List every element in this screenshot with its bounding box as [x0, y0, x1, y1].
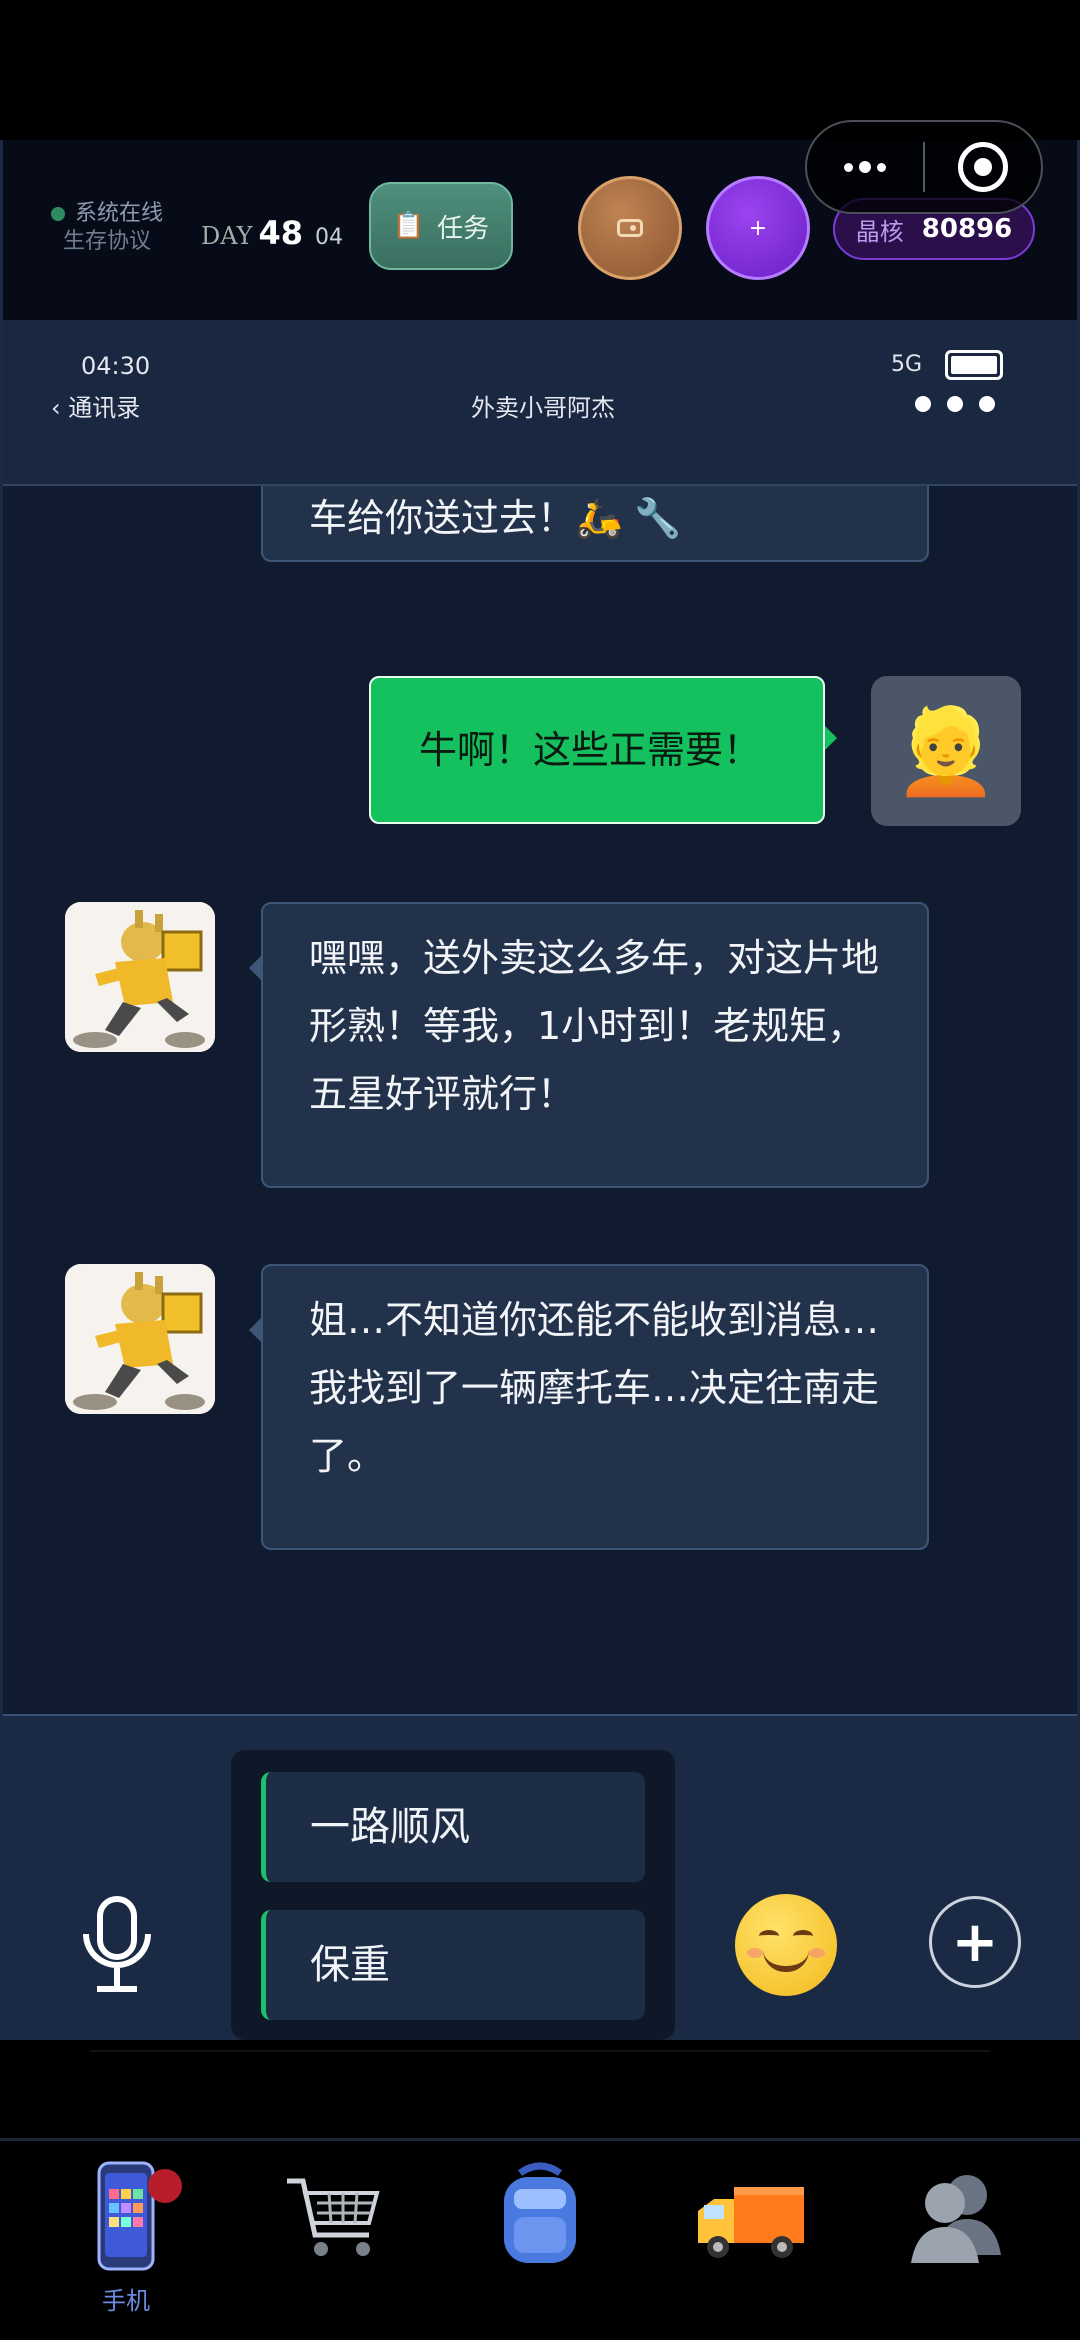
nav-phone[interactable]: 手机	[56, 2159, 196, 2329]
courier-portrait-icon	[65, 1264, 215, 1414]
phone-bottom-edge	[90, 2042, 990, 2052]
task-label: 任务	[437, 213, 490, 244]
nav-label: 手机	[102, 2287, 150, 2315]
avatar-emoji: 👱	[893, 701, 999, 800]
emoji-button[interactable]	[735, 1894, 837, 1996]
courier-avatar[interactable]	[65, 1264, 215, 1414]
add-resource-button[interactable]: +	[706, 176, 810, 280]
game-hour: 04	[314, 225, 343, 250]
bottom-navigation: 手机	[0, 2138, 1080, 2340]
delivery-truck-icon	[698, 2187, 804, 2258]
my-avatar[interactable]: 👱	[871, 676, 1021, 826]
more-menu-icon[interactable]	[807, 161, 923, 173]
message-text: 牛啊！这些正需要！	[419, 728, 762, 772]
contacts-icon	[911, 2175, 1001, 2263]
phone-screen: 04:30 ‹ 通讯录 外卖小哥阿杰 5G 车给你送过去！🛵 🔧 牛啊！这些正需…	[0, 320, 1080, 2040]
quick-reply-label: 一路顺风	[310, 1804, 470, 1850]
clipboard-icon: 📋	[392, 211, 426, 241]
nav-shop[interactable]	[262, 2159, 402, 2329]
crystal-value: 80896	[921, 214, 1013, 244]
miniprogram-capsule	[805, 120, 1043, 214]
nav-contacts[interactable]	[886, 2159, 1026, 2329]
message-bubble: 车给你送过去！🛵 🔧	[261, 486, 929, 562]
crystal-label: 晶核	[855, 217, 904, 246]
smiling-face-icon	[735, 1894, 837, 1996]
chat-messages[interactable]: 车给你送过去！🛵 🔧 牛啊！这些正需要！ 👱 嘿嘿，送外卖这么多年，对这片地形熟…	[3, 486, 1077, 1714]
microphone-icon[interactable]	[83, 1896, 151, 1992]
chat-header: 04:30 ‹ 通讯录 外卖小哥阿杰 5G	[3, 320, 1077, 486]
add-attachment-button[interactable]: +	[929, 1896, 1021, 1988]
quick-reply-label: 保重	[310, 1942, 390, 1988]
online-dot-icon	[51, 207, 65, 221]
battery-icon	[945, 350, 1003, 380]
radio-button[interactable]	[578, 176, 682, 280]
quick-reply-option[interactable]: 一路顺风	[261, 1772, 645, 1882]
plus-icon: +	[748, 215, 768, 241]
radio-icon	[617, 219, 643, 237]
task-button[interactable]: 📋 任务	[369, 182, 513, 270]
day-counter: DAY 48 04	[201, 214, 343, 252]
day-prefix: DAY	[201, 222, 253, 250]
courier-portrait-icon	[65, 902, 215, 1052]
message-text: 嘿嘿，送外卖这么多年，对这片地形熟！等我，1小时到！老规矩，五星好评就行！	[309, 936, 880, 1116]
close-miniprogram-icon[interactable]	[925, 142, 1041, 192]
courier-avatar[interactable]	[65, 902, 215, 1052]
chat-input-area: 一路顺风 保重 +	[3, 1714, 1077, 2040]
shopping-cart-icon	[287, 2178, 380, 2256]
my-message-bubble: 牛啊！这些正需要！	[369, 676, 837, 824]
chat-options-icon[interactable]	[915, 396, 995, 412]
online-status: 系统在线 生存协议	[51, 200, 163, 256]
backpack-icon	[504, 2162, 576, 2263]
protocol-label: 生存协议	[63, 229, 152, 254]
message-bubble: 姐…不知道你还能不能收到消息…我找到了一辆摩托车…决定往南走了。	[249, 1264, 929, 1550]
nav-delivery[interactable]	[680, 2159, 820, 2329]
nav-backpack[interactable]	[470, 2159, 610, 2329]
message-bubble: 嘿嘿，送外卖这么多年，对这片地形熟！等我，1小时到！老规矩，五星好评就行！	[249, 902, 929, 1188]
online-label: 系统在线	[75, 201, 164, 226]
quick-reply-panel: 一路顺风 保重	[231, 1750, 675, 2040]
network-indicator: 5G	[891, 352, 923, 377]
phone-clock: 04:30	[81, 352, 151, 380]
quick-reply-option[interactable]: 保重	[261, 1910, 645, 2020]
top-black-band	[0, 0, 1080, 140]
message-text: 姐…不知道你还能不能收到消息…我找到了一辆摩托车…决定往南走了。	[309, 1298, 880, 1478]
plus-icon: +	[951, 1909, 999, 1975]
message-text: 车给你送过去！🛵 🔧	[309, 496, 682, 540]
day-number: 48	[258, 214, 303, 252]
notification-badge	[148, 2169, 182, 2203]
